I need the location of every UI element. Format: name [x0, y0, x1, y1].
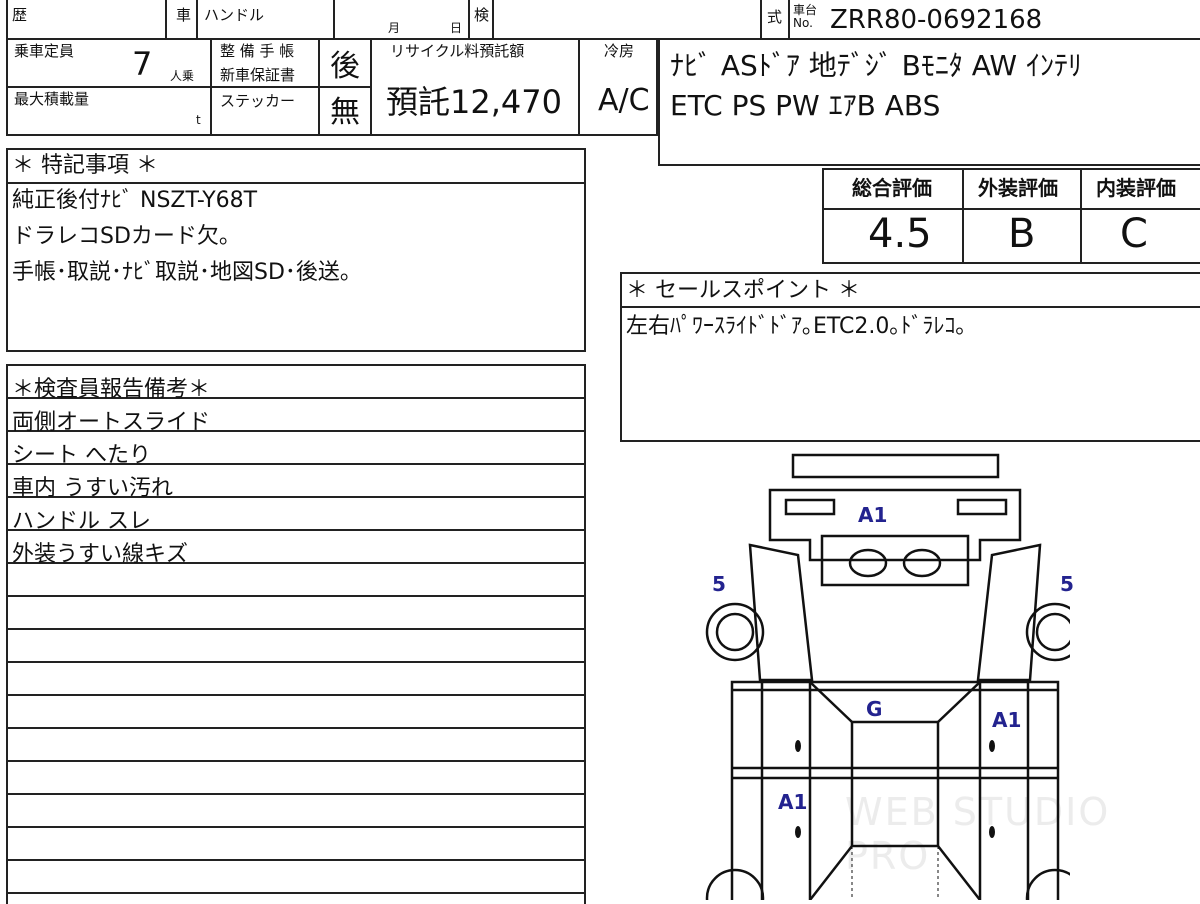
divider — [622, 306, 1200, 308]
door-handle — [795, 740, 801, 752]
equipment-line-1: ﾅﾋﾞ ASﾄﾞｱ 地ﾃﾞｼﾞ Bﾓﾆﾀ AW ｲﾝﾃﾘ — [670, 49, 1082, 82]
aircon-value: A/C — [598, 83, 650, 118]
inspector-row-empty — [6, 828, 584, 861]
door-handle — [989, 740, 995, 752]
wheel-front-left-inner — [715, 612, 755, 652]
maint-book-label: 整 備 手 帳 — [220, 42, 295, 60]
sales-point-text: 左右ﾊﾟﾜｰｽﾗｲﾄﾞﾄﾞｱ｡ETC2.0｡ﾄﾞﾗﾚｺ｡ — [626, 314, 967, 339]
special-notes-box — [6, 148, 586, 352]
max-load-label: 最大積載量 — [14, 90, 90, 108]
divider — [788, 0, 790, 40]
inspector-row-empty — [6, 564, 584, 597]
interior-value: C — [1120, 211, 1148, 257]
chassis-number: ZRR80-0692168 — [830, 5, 1043, 35]
headlight-right — [956, 498, 1008, 516]
headlight-left — [784, 498, 836, 516]
special-line-1: 純正後付ﾅﾋﾞ NSZT-Y68T — [12, 188, 258, 213]
divider — [196, 0, 198, 40]
wheel-rear-left — [705, 868, 765, 900]
divider — [210, 86, 318, 88]
wheel-rear-right — [1025, 868, 1070, 900]
handle-label: ハンドル — [204, 6, 265, 24]
special-line-2: ドラレコSDカード欠。 — [12, 224, 241, 249]
inspector-title-row: ＊検査員報告備考＊ — [6, 366, 584, 402]
inspector-row: 車内 うすい汚れ — [6, 465, 584, 501]
special-notes-title: ＊ 特記事項 ＊ — [12, 153, 158, 178]
divider — [578, 40, 580, 134]
aircon-label: 冷房 — [604, 42, 635, 60]
damage-mark-glass: G — [866, 697, 883, 721]
max-load-unit: t — [196, 113, 201, 127]
mirror-left — [848, 548, 888, 578]
capacity-unit: 人乗 — [170, 69, 195, 83]
inspector-row-empty — [6, 663, 584, 696]
damage-mark-front: A1 — [858, 503, 888, 527]
roof-panel — [850, 720, 940, 848]
overall-value: 4.5 — [868, 211, 932, 257]
model-label: 式 — [767, 8, 783, 26]
divider — [8, 182, 584, 184]
capacity-value: 7 — [132, 45, 153, 83]
wheel-front-right-inner — [1035, 612, 1070, 652]
equipment-line-2: ETC PS PW ｴｱB ABS — [670, 89, 941, 122]
maint-value: 後 — [330, 49, 360, 84]
inspector-row-empty — [6, 861, 584, 894]
divider — [1080, 170, 1082, 262]
pillar-lines — [809, 681, 981, 900]
inspector-row-empty — [6, 729, 584, 762]
fender-right — [976, 543, 1042, 682]
inspector-row-empty — [6, 597, 584, 630]
inspector-row: ハンドル スレ — [6, 498, 584, 534]
special-line-3: 手帳･取説･ﾅﾋﾞ取説･地図SD･後送。 — [12, 260, 362, 285]
divider — [824, 208, 1200, 210]
divider — [165, 0, 167, 40]
inspection-label: 検 — [474, 6, 490, 24]
inspector-row: 外装うすい線キズ — [6, 531, 584, 567]
damage-mark-left-fender: 5 — [712, 572, 726, 596]
vehicle-label: 車 — [176, 6, 192, 24]
interior-label: 内装評価 — [1096, 176, 1176, 200]
exterior-label: 外装評価 — [978, 176, 1058, 200]
warranty-label: 新車保証書 — [220, 66, 296, 84]
inspector-row-empty — [6, 696, 584, 729]
door-handle — [795, 826, 801, 838]
front-bumper — [791, 453, 1000, 479]
wheel-front-left — [705, 602, 765, 662]
inspector-row-empty — [6, 762, 584, 795]
divider — [962, 170, 964, 262]
divider — [468, 0, 470, 40]
day-label: 日 — [450, 21, 463, 35]
month-label: 月 — [388, 21, 401, 35]
inspector-row: シート へたり — [6, 432, 584, 468]
capacity-label: 乗車定員 — [14, 42, 75, 60]
damage-mark-right-fender: 5 — [1060, 572, 1074, 596]
inspector-row-empty — [6, 630, 584, 663]
mirror-right — [902, 548, 942, 578]
damage-mark-right-door: A1 — [992, 708, 1022, 732]
inspector-row: 両側オートスライド — [6, 399, 584, 435]
door-handle — [989, 826, 995, 838]
divider — [333, 0, 335, 40]
inspector-row-empty — [6, 795, 584, 828]
fender-left — [748, 543, 814, 682]
recycle-value: 預託12,470 — [386, 83, 562, 121]
history-label: 歴 — [12, 6, 28, 24]
sticker-value: 無 — [330, 95, 360, 130]
sticker-label: ステッカー — [220, 92, 296, 110]
recycle-label: リサイクル料預託額 — [390, 42, 525, 60]
exterior-value: B — [1008, 211, 1036, 257]
divider — [8, 86, 210, 88]
divider — [370, 40, 372, 134]
overall-label: 総合評価 — [852, 176, 932, 200]
divider — [318, 86, 370, 88]
chassis-no-label: 車台 No. — [793, 3, 818, 31]
damage-mark-left-door: A1 — [778, 790, 808, 814]
sales-point-title: ＊ セールスポイント ＊ — [626, 278, 860, 303]
